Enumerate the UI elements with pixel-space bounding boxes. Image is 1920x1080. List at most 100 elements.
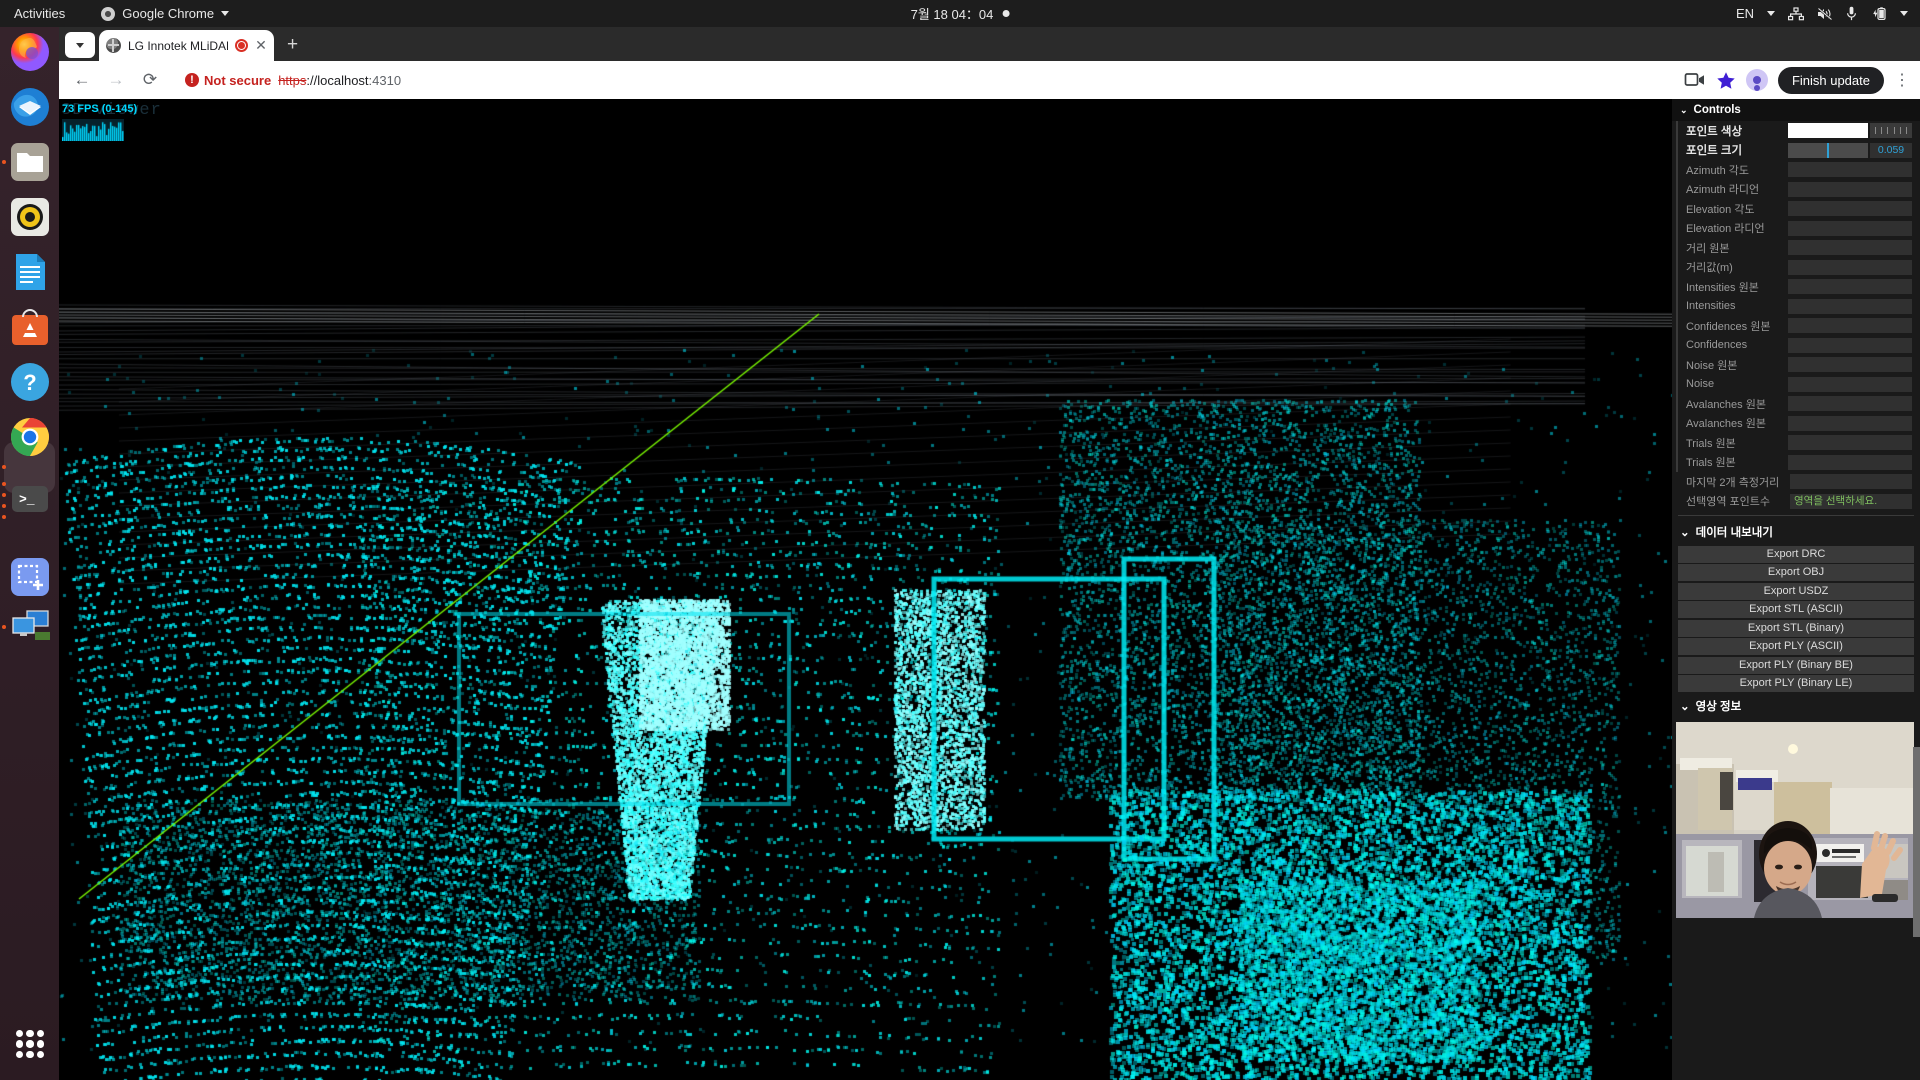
finish-update-button[interactable]: Finish update	[1777, 66, 1884, 94]
back-button[interactable]: ←	[67, 65, 97, 95]
controls-panel-title: Controls	[1693, 104, 1741, 116]
apps-dot	[36, 1030, 44, 1038]
camera-preview-image	[1676, 721, 1914, 918]
new-tab-button[interactable]: +	[287, 34, 298, 56]
control-field[interactable]	[1788, 162, 1912, 178]
keyboard-language-label[interactable]: EN	[1736, 6, 1754, 21]
reload-button[interactable]: ⟳	[135, 65, 165, 95]
dock-item-displays[interactable]	[8, 605, 52, 649]
control-row: Confidences	[1676, 335, 1920, 355]
color-picker-ticks[interactable]	[1870, 123, 1912, 139]
control-row: Noise	[1676, 374, 1920, 394]
export-button-export-ply-binary-be[interactable]: Export PLY (Binary BE)	[1678, 656, 1914, 674]
controls-panel-header[interactable]: ⌄ Controls	[1672, 99, 1920, 121]
control-row: 거리값(m)	[1676, 257, 1920, 277]
control-field[interactable]	[1788, 454, 1912, 470]
chrome-menu-button[interactable]: ⋮	[1894, 72, 1910, 88]
page-content: 3D viewer 73 FPS (0-145) ⌄ Controls 포인트 …	[59, 99, 1920, 1080]
export-button-export-drc[interactable]: Export DRC	[1678, 545, 1914, 563]
profile-avatar[interactable]	[1745, 69, 1768, 91]
dock-item-firefox[interactable]	[8, 30, 52, 74]
controls-rows: 포인트 색상 포인트 크기 0.059 Azimuth 각도 Azimuth 라디언 El…	[1672, 121, 1920, 472]
control-label: Elevation 각도	[1686, 203, 1755, 216]
fps-graph	[62, 119, 124, 141]
export-button-export-stl-binary[interactable]: Export STL (Binary)	[1678, 619, 1914, 637]
control-row: 포인트 크기 0.059	[1676, 140, 1920, 160]
dock-item-google-chrome[interactable]	[8, 415, 52, 459]
point-cloud-canvas[interactable]	[59, 99, 1920, 1080]
control-label: Confidences	[1686, 339, 1748, 352]
export-button-export-ply-binary-le[interactable]: Export PLY (Binary LE)	[1678, 675, 1914, 692]
url-port: :4310	[368, 72, 402, 88]
bookmark-star-icon[interactable]	[1716, 71, 1736, 90]
control-field[interactable]	[1788, 201, 1912, 217]
point-size-slider[interactable]	[1788, 142, 1868, 158]
control-field[interactable]	[1788, 318, 1912, 334]
panel-scrollbar-track[interactable]	[1913, 99, 1920, 1080]
tab-search-button[interactable]	[65, 32, 95, 58]
dock-item-terminal[interactable]: >_	[8, 477, 52, 521]
control-field[interactable]	[1788, 435, 1912, 451]
summary-value[interactable]	[1790, 474, 1912, 490]
control-row: Intensities	[1676, 296, 1920, 316]
control-field[interactable]	[1788, 357, 1912, 373]
point-cloud-viewer[interactable]: 3D viewer 73 FPS (0-145)	[59, 99, 1920, 1080]
control-field[interactable]	[1788, 396, 1912, 412]
control-field[interactable]	[1788, 415, 1912, 431]
app-menu-label: Google Chrome	[122, 6, 215, 21]
panel-scrollbar-thumb[interactable]	[1913, 747, 1920, 937]
color-swatch[interactable]	[1788, 123, 1868, 139]
tick	[1887, 127, 1889, 135]
activities-button[interactable]: Activities	[0, 6, 79, 21]
address-bar[interactable]: ! Not secure https://localhost:4310	[175, 66, 1680, 94]
tab-lg-innotek-mlidar[interactable]: LG Innotek MLiDAR O ✕	[99, 30, 274, 61]
control-field[interactable]	[1788, 279, 1912, 295]
export-button-export-stl-ascii[interactable]: Export STL (ASCII)	[1678, 601, 1914, 618]
control-field[interactable]	[1788, 376, 1912, 392]
dock-item-libreoffice-writer[interactable]	[8, 250, 52, 294]
video-section-title: 영상 정보	[1695, 700, 1742, 713]
dock-item-help[interactable]: ?	[8, 360, 52, 404]
apps-dot	[16, 1040, 24, 1048]
tab-close-button[interactable]: ✕	[255, 37, 267, 54]
system-tray[interactable]: EN	[1736, 6, 1908, 21]
export-section-header[interactable]: ⌄ 데이터 내보내기	[1672, 520, 1920, 544]
slider-handle[interactable]	[1827, 142, 1830, 158]
terminal-icon: >_	[12, 486, 48, 512]
control-field[interactable]	[1788, 259, 1912, 275]
chevron-down-icon	[76, 42, 84, 48]
export-button-export-obj[interactable]: Export OBJ	[1678, 564, 1914, 581]
export-buttons-list: Export DRC Export OBJ Export USDZ Export ST…	[1672, 545, 1920, 692]
dock-item-files[interactable]	[8, 140, 52, 184]
app-menu-google-chrome[interactable]: Google Chrome	[101, 6, 230, 21]
dock-item-rhythmbox[interactable]	[8, 195, 52, 239]
camera-preview[interactable]	[1676, 721, 1914, 918]
control-row: Noise 원본	[1676, 355, 1920, 375]
control-field[interactable]	[1788, 181, 1912, 197]
screen-share-icon[interactable]	[1684, 71, 1706, 89]
clock-button[interactable]: 7월 18 04：04	[911, 4, 1010, 23]
security-status[interactable]: ! Not secure	[185, 73, 271, 88]
control-field[interactable]	[1788, 298, 1912, 314]
show-applications-button[interactable]	[16, 1030, 44, 1058]
export-button-export-ply-ascii[interactable]: Export PLY (ASCII)	[1678, 638, 1914, 655]
dock-item-ubuntu-software[interactable]	[8, 305, 52, 349]
system-menu-chevron-down-icon	[1900, 11, 1908, 16]
dock-item-thunderbird[interactable]	[8, 85, 52, 129]
export-button-export-usdz[interactable]: Export USDZ	[1678, 582, 1914, 600]
point-size-value[interactable]: 0.059	[1870, 142, 1912, 158]
export-section-title: 데이터 내보내기	[1695, 527, 1773, 539]
section-divider	[1678, 515, 1914, 516]
video-section-header[interactable]: ⌄ 영상 정보	[1672, 694, 1920, 718]
control-field[interactable]	[1788, 337, 1912, 353]
control-row: Avalanches 원본	[1676, 413, 1920, 433]
summary-value[interactable]: 영역을 선택하세요.	[1790, 493, 1912, 509]
tab-title: LG Innotek MLiDAR O	[128, 38, 228, 53]
dock-item-screenshot[interactable]	[8, 555, 52, 599]
battery-charging-icon	[1873, 6, 1886, 20]
not-secure-icon: !	[185, 73, 199, 87]
thunderbird-icon	[11, 88, 49, 126]
control-field[interactable]	[1788, 220, 1912, 236]
summary-row: 선택영역 포인트수 영역을 선택하세요.	[1678, 492, 1920, 512]
control-field[interactable]	[1788, 240, 1912, 256]
